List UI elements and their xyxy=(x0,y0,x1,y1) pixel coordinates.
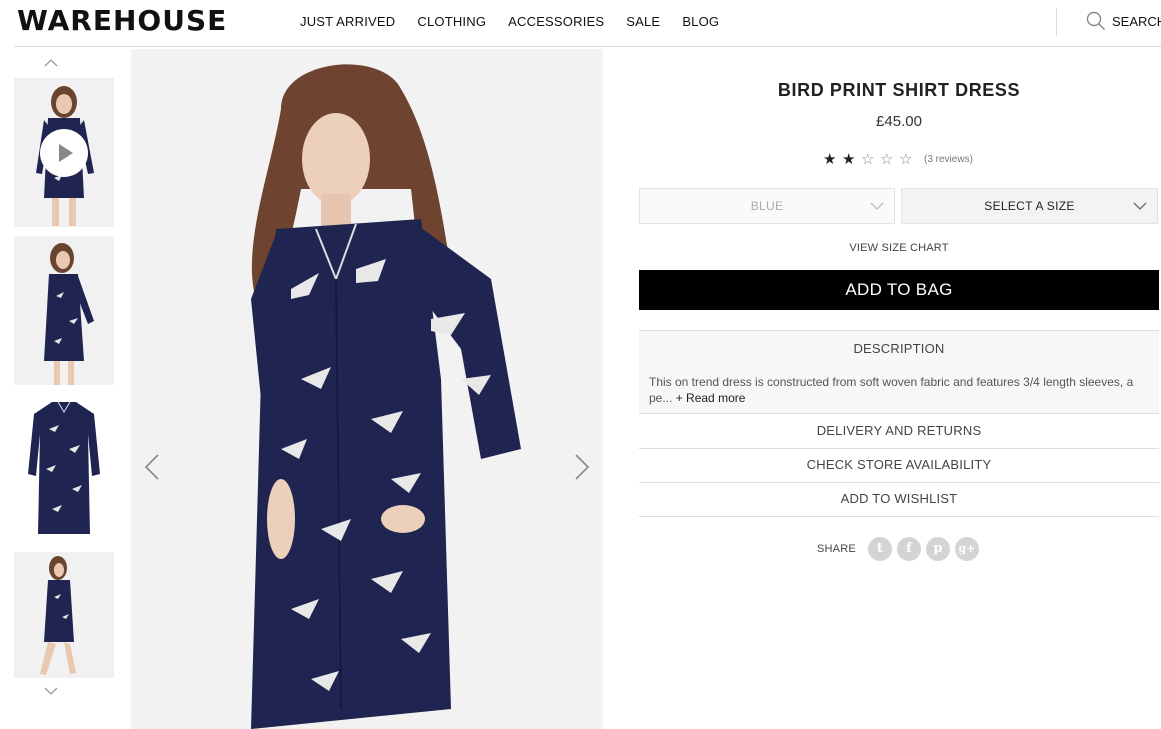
main-nav: JUST ARRIVED CLOTHING ACCESSORIES SALE B… xyxy=(300,14,741,29)
star-filled-icon: ★ xyxy=(823,151,837,168)
description-heading[interactable]: DESCRIPTION xyxy=(639,341,1159,356)
googleplus-icon[interactable]: g+ xyxy=(954,537,979,561)
nav-sale[interactable]: SALE xyxy=(626,14,660,29)
accordion-divider xyxy=(639,516,1159,517)
reviews-link[interactable]: (3 reviews) xyxy=(924,154,973,165)
thumbnail-flat[interactable] xyxy=(14,394,114,543)
color-select[interactable]: BLUE xyxy=(639,188,895,224)
star-filled-icon: ★ xyxy=(842,151,856,168)
star-empty-icon: ☆ xyxy=(861,151,875,168)
add-to-wishlist-button[interactable]: ADD TO WISHLIST xyxy=(639,482,1159,516)
star-empty-icon: ☆ xyxy=(880,151,894,168)
play-icon[interactable] xyxy=(40,129,88,177)
view-size-chart-link[interactable]: VIEW SIZE CHART xyxy=(639,242,1159,254)
header-divider xyxy=(1056,8,1057,36)
next-image-arrow-icon[interactable] xyxy=(573,453,591,481)
star-empty-icon: ☆ xyxy=(899,151,913,168)
product-title: BIRD PRINT SHIRT DRESS xyxy=(777,80,1021,100)
facebook-icon[interactable]: f xyxy=(896,537,921,561)
header-divider-line xyxy=(14,46,1161,47)
chevron-down-icon xyxy=(870,202,884,210)
description-section: DESCRIPTION This on trend dress is const… xyxy=(639,331,1159,413)
description-text: This on trend dress is constructed from … xyxy=(649,374,1149,406)
pinterest-icon[interactable]: p xyxy=(925,537,950,561)
thumbnail-up-arrow-icon[interactable] xyxy=(44,56,58,70)
thumbnail-side[interactable] xyxy=(14,236,114,385)
nav-just-arrived[interactable]: JUST ARRIVED xyxy=(300,14,395,29)
model-side-thumbnail-image xyxy=(14,236,114,385)
size-select[interactable]: SELECT A SIZE xyxy=(901,188,1158,224)
share-bar: SHARE t f p g+ xyxy=(817,537,984,561)
nav-accessories[interactable]: ACCESSORIES xyxy=(508,14,604,29)
search-icon xyxy=(1086,11,1105,30)
model-dress-image xyxy=(131,49,603,729)
twitter-icon[interactable]: t xyxy=(867,537,892,561)
thumbnail-down-arrow-icon[interactable] xyxy=(44,684,58,698)
nav-clothing[interactable]: CLOTHING xyxy=(417,14,486,29)
site-header: WAREHOUSE JUST ARRIVED CLOTHING ACCESSOR… xyxy=(0,0,1161,47)
share-label: SHARE xyxy=(817,543,856,555)
color-select-value: BLUE xyxy=(750,199,784,213)
add-to-bag-button[interactable]: ADD TO BAG xyxy=(639,270,1159,310)
thumbnail-video[interactable] xyxy=(14,78,114,227)
product-rating: ★ ★ ☆ ☆ ☆ (3 reviews) xyxy=(823,150,973,168)
previous-image-arrow-icon[interactable] xyxy=(143,453,161,481)
chevron-down-icon xyxy=(1133,202,1147,210)
main-product-image xyxy=(131,49,603,729)
model-walking-thumbnail-image xyxy=(14,552,114,678)
dress-flat-thumbnail-image xyxy=(14,394,114,543)
thumbnail-walking[interactable] xyxy=(14,552,114,678)
search-button[interactable]: SEARCH xyxy=(1086,11,1161,31)
site-logo[interactable]: WAREHOUSE xyxy=(17,4,227,37)
check-store-availability-toggle[interactable]: CHECK STORE AVAILABILITY xyxy=(639,448,1159,482)
search-label: SEARCH xyxy=(1112,13,1161,29)
read-more-link[interactable]: + Read more xyxy=(676,391,746,405)
size-select-value: SELECT A SIZE xyxy=(984,199,1075,213)
nav-blog[interactable]: BLOG xyxy=(682,14,719,29)
product-price: £45.00 xyxy=(876,113,922,130)
delivery-and-returns-toggle[interactable]: DELIVERY AND RETURNS xyxy=(639,414,1159,448)
